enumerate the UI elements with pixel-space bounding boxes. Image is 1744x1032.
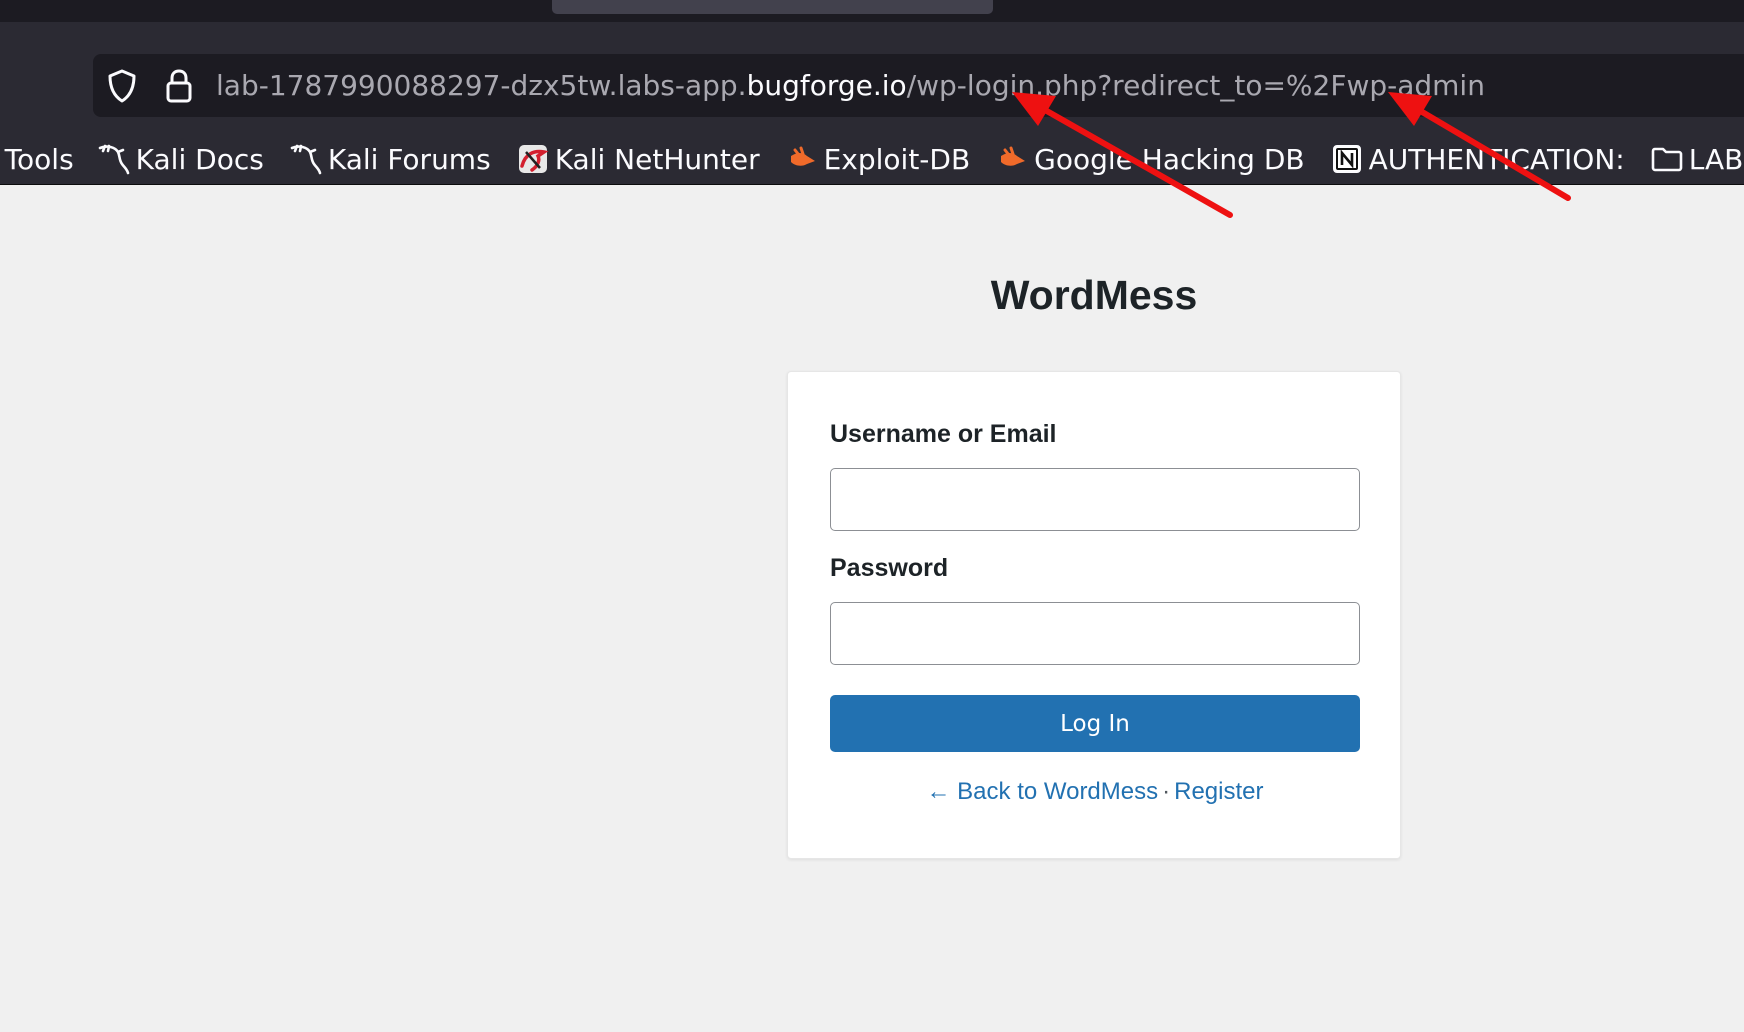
back-to-site-link[interactable]: ← Back to WordMess (927, 778, 1159, 805)
login-form: Username or Email Password Log In ← Back… (787, 371, 1401, 859)
kali-dragon-icon (96, 141, 132, 177)
bookmark-label: Google Hacking DB (1034, 142, 1305, 176)
url-text[interactable]: lab-1787990088297-dzx5tw.labs-app.bugfor… (216, 54, 1485, 117)
site-title: WordMess (990, 272, 1198, 318)
bookmark-tools[interactable]: i Tools (0, 134, 74, 184)
bookmark-kali-docs[interactable]: Kali Docs (96, 134, 264, 184)
tab-strip (0, 0, 1744, 22)
bookmark-label: Kali Docs (135, 142, 264, 176)
bookmark-label: LABS (1688, 142, 1744, 176)
active-tab[interactable] (552, 0, 993, 14)
navigation-toolbar: lab-1787990088297-dzx5tw.labs-app.bugfor… (0, 22, 1744, 185)
address-bar[interactable]: lab-1787990088297-dzx5tw.labs-app.bugfor… (93, 54, 1744, 117)
kali-dragon-icon (288, 141, 324, 177)
password-input[interactable] (830, 602, 1360, 665)
bookmark-exploit-db[interactable]: Exploit-DB (784, 134, 971, 184)
link-separator: · (1162, 778, 1171, 805)
nethunter-icon (515, 141, 551, 177)
shield-icon[interactable] (105, 54, 139, 117)
bookmark-label: AUTHENTICATION: (1368, 142, 1625, 176)
bookmark-label: Kali Forums (327, 142, 491, 176)
exploit-db-icon (994, 141, 1030, 177)
bookmark-google-hacking-db[interactable]: Google Hacking DB (994, 134, 1305, 184)
password-label: Password (830, 554, 949, 582)
login-footer-links: ← Back to WordMess · Register (788, 778, 1402, 806)
bookmark-kali-forums[interactable]: Kali Forums (288, 134, 491, 184)
username-label: Username or Email (830, 420, 1057, 448)
bookmark-authentication[interactable]: AUTHENTICATION: (1329, 134, 1625, 184)
bookmark-label: Kali NetHunter (554, 142, 760, 176)
register-link[interactable]: Register (1174, 778, 1263, 805)
username-input[interactable] (830, 468, 1360, 531)
lock-icon[interactable] (163, 54, 195, 117)
bookmark-label: Exploit-DB (823, 142, 971, 176)
bookmark-label: i Tools (0, 142, 74, 176)
folder-icon (1649, 141, 1685, 177)
notion-icon (1329, 141, 1365, 177)
bookmark-labs-folder[interactable]: LABS (1649, 134, 1744, 184)
bookmark-kali-nethunter[interactable]: Kali NetHunter (515, 134, 760, 184)
exploit-db-icon (784, 141, 820, 177)
bookmarks-toolbar: i Tools Kali Docs Kali Forums Kali NetHu… (0, 134, 1744, 185)
log-in-button[interactable]: Log In (830, 695, 1360, 752)
